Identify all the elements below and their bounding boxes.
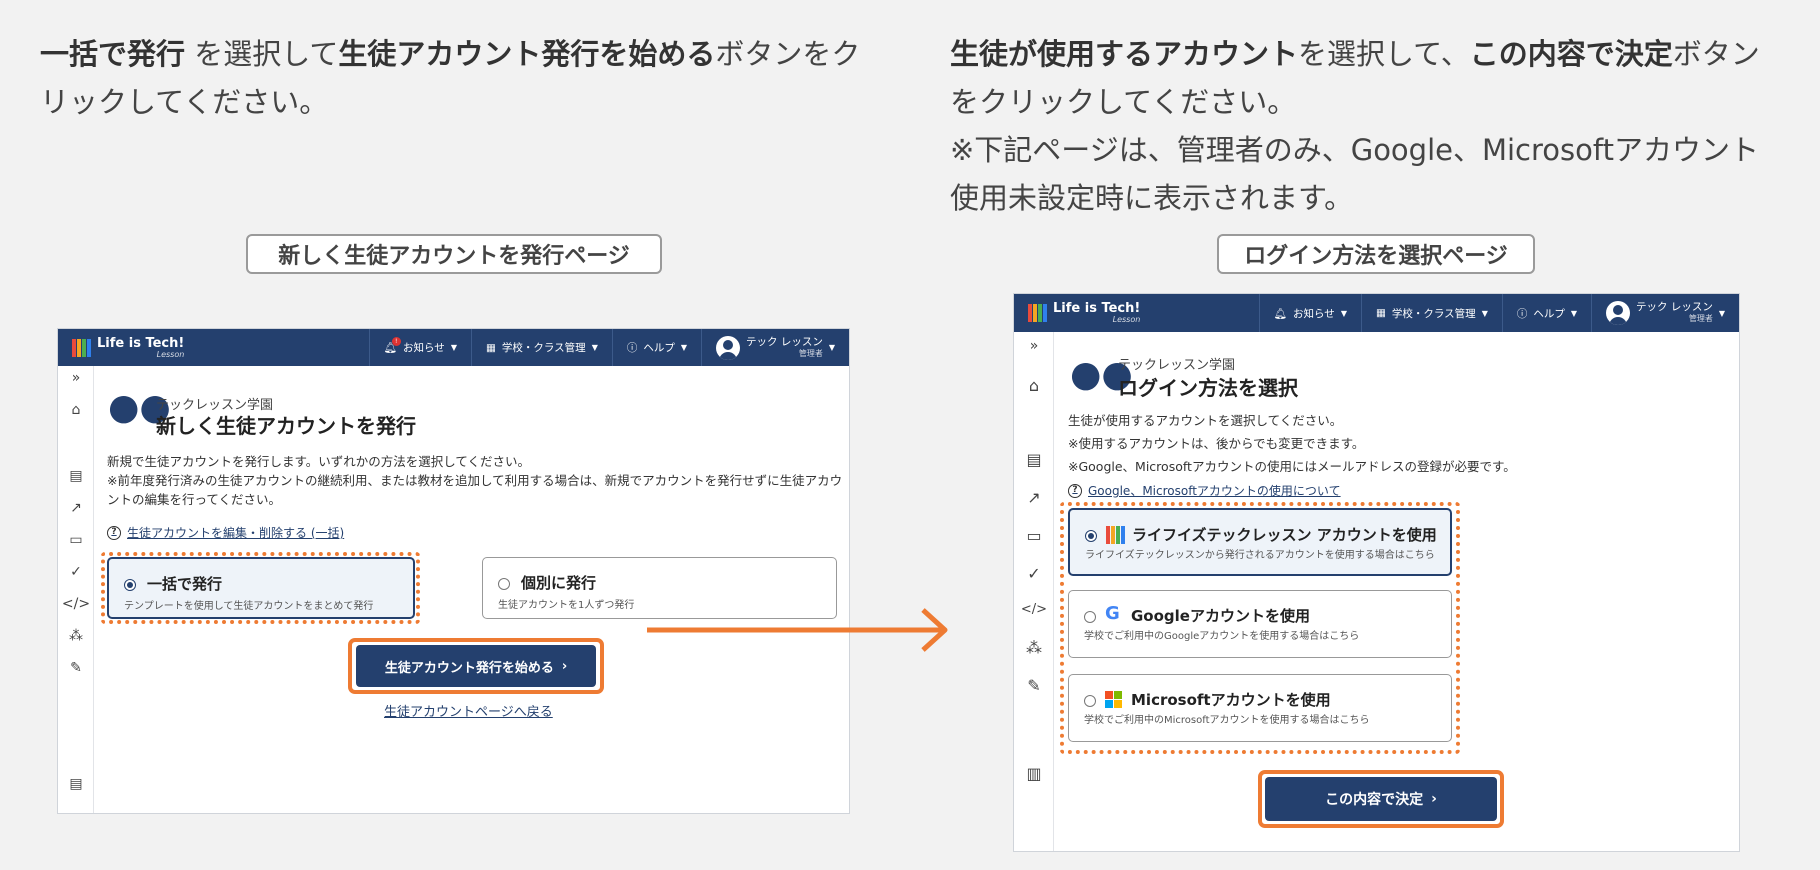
- group-icon[interactable]: ⁂: [1014, 638, 1054, 657]
- pencil-icon[interactable]: ✎: [58, 660, 94, 676]
- check-circle-icon[interactable]: ✓: [1014, 564, 1054, 583]
- school-name: テックレッスン学園: [1118, 358, 1236, 373]
- page-title: 新しく生徒アカウントを発行: [156, 414, 416, 438]
- left-instruction: 一括で発行 を選択して生徒アカウント発行を始めるボタンをクリックしてください。: [40, 37, 861, 119]
- radio-bulk[interactable]: [124, 579, 136, 591]
- code-icon[interactable]: </>: [1014, 602, 1054, 617]
- code-icon[interactable]: </>: [58, 596, 94, 612]
- pencil-icon[interactable]: ✎: [1014, 676, 1054, 695]
- google-icon: G: [1105, 603, 1120, 624]
- check-circle-icon[interactable]: ✓: [58, 564, 94, 580]
- microsoft-icon: [1105, 691, 1122, 708]
- app-logo[interactable]: Life is Tech! Lesson: [1014, 294, 1140, 332]
- back-to-student-accounts-link[interactable]: 生徒アカウントページへ戻る: [384, 701, 553, 720]
- option-google-account[interactable]: G Googleアカウントを使用 学校でご利用中のGoogleアカウントを使用す…: [1068, 590, 1452, 658]
- radio-lifeistech[interactable]: [1085, 530, 1097, 542]
- chevron-down-icon: ▼: [680, 343, 687, 352]
- chevron-down-icon: ▼: [450, 343, 457, 352]
- presentation-icon[interactable]: ▭: [58, 532, 94, 548]
- trend-icon[interactable]: ↗: [1014, 488, 1054, 507]
- chevron-down-icon: ▼: [1481, 308, 1488, 318]
- question-circle-icon: ?: [1068, 483, 1082, 498]
- help-menu[interactable]: ⓘ ヘルプ ▼: [1501, 294, 1591, 332]
- notifications-menu[interactable]: 🔔︎ お知らせ ▼: [1258, 294, 1361, 332]
- home-icon[interactable]: ⌂: [1014, 376, 1054, 395]
- group-icon[interactable]: ⁂: [58, 628, 94, 644]
- top-nav-bar: Life is Tech! Lesson 🔔︎ お知らせ ▼ ▦ 学校・クラス管理 ▼ ⓘ…: [1014, 294, 1739, 332]
- document-icon[interactable]: ▤: [58, 776, 94, 792]
- left-page-label: 新しく生徒アカウントを発行ページ: [246, 234, 662, 274]
- chevron-right-icon: ›: [1431, 791, 1437, 807]
- option-microsoft-account[interactable]: Microsoftアカウントを使用 学校でご利用中のMicrosoftアカウント…: [1068, 674, 1452, 742]
- option-bulk-issue[interactable]: 一括で発行 テンプレートを使用して生徒アカウントをまとめて発行: [107, 557, 415, 619]
- lifeistech-icon: [1106, 526, 1125, 544]
- page-description: 生徒が使用するアカウントを選択してください。 ※使用するアカウントは、後からでも変…: [1068, 413, 1516, 474]
- right-page-label: ログイン方法を選択ページ: [1217, 234, 1535, 274]
- logo-mark-icon: [1028, 304, 1047, 322]
- left-screen: Life is Tech! Lesson 🔔︎! お知らせ ▼ ▦ 学校・クラス管理 ▼ …: [57, 328, 850, 814]
- chart-icon[interactable]: ▥: [1014, 764, 1054, 783]
- avatar: [1606, 301, 1630, 325]
- notification-badge: !: [391, 337, 401, 346]
- right-instruction: 生徒が使用するアカウントを選択して、この内容で決定ボタンをクリックしてください。…: [950, 37, 1760, 215]
- chevron-down-icon: ▼: [828, 343, 835, 352]
- start-issue-button[interactable]: 生徒アカウント発行を始める ›: [356, 645, 596, 687]
- presentation-icon[interactable]: ▭: [1014, 526, 1054, 545]
- question-circle-icon: ?: [107, 525, 121, 540]
- chevron-down-icon: ▼: [591, 343, 598, 352]
- question-circle-icon: ⓘ: [1516, 307, 1528, 320]
- avatar: [716, 335, 740, 360]
- school-class-menu[interactable]: ▦ 学校・クラス管理 ▼: [470, 329, 612, 366]
- expand-sidebar-icon[interactable]: »: [58, 370, 94, 386]
- chevron-down-icon: ▼: [1718, 308, 1725, 318]
- user-menu[interactable]: テック レッスン 管理者 ▼: [1591, 294, 1739, 332]
- radio-google[interactable]: [1084, 611, 1096, 623]
- expand-sidebar-icon[interactable]: »: [1014, 338, 1054, 354]
- home-icon[interactable]: ⌂: [58, 402, 94, 418]
- sidebar: » ⌂ ▤ ↗ ▭ ✓ </> ⁂ ✎ ▤: [58, 366, 94, 813]
- calendar-icon[interactable]: ▤: [58, 468, 94, 484]
- right-content: ●● テックレッスン学園 ログイン方法を選択 生徒が使用するアカウントを選択して…: [1054, 332, 1739, 851]
- bell-icon: 🔔︎: [1273, 307, 1288, 320]
- edit-delete-help-link[interactable]: ? 生徒アカウントを編集・削除する (一括): [107, 524, 344, 541]
- google-microsoft-help-link[interactable]: ? Google、Microsoftアカウントの使用について: [1068, 482, 1341, 499]
- page-description: 新規で生徒アカウントを発行します。いずれかの方法を選択してください。 ※前年度発行…: [107, 454, 843, 507]
- chevron-down-icon: ▼: [1340, 308, 1347, 318]
- help-menu[interactable]: ⓘ ヘルプ ▼: [611, 329, 701, 366]
- school-class-menu[interactable]: ▦ 学校・クラス管理 ▼: [1360, 294, 1502, 332]
- chevron-down-icon: ▼: [1570, 308, 1577, 318]
- trend-icon[interactable]: ↗: [58, 500, 94, 516]
- building-icon: ▦: [485, 341, 496, 354]
- logo-mark-icon: [72, 338, 91, 357]
- option-lifeistech-account[interactable]: ライフイズテックレッスン アカウントを使用 ライフイズテックレッスンから発行され…: [1068, 508, 1452, 576]
- user-menu[interactable]: テック レッスン 管理者 ▼: [701, 329, 849, 366]
- notifications-menu[interactable]: 🔔︎! お知らせ ▼: [368, 329, 471, 366]
- right-instruction-note: ※下記ページは、管理者のみ、Google、Microsoftアカウント使用未設定…: [950, 133, 1759, 215]
- decide-button[interactable]: この内容で決定 ›: [1265, 777, 1497, 821]
- flow-arrow-icon: [647, 608, 948, 652]
- calendar-icon[interactable]: ▤: [1014, 450, 1054, 469]
- chevron-right-icon: ›: [561, 658, 568, 674]
- top-nav-bar: Life is Tech! Lesson 🔔︎! お知らせ ▼ ▦ 学校・クラス管理 ▼ …: [58, 329, 849, 366]
- right-screen: Life is Tech! Lesson 🔔︎ お知らせ ▼ ▦ 学校・クラス管理 ▼ ⓘ…: [1013, 293, 1740, 852]
- app-logo[interactable]: Life is Tech! Lesson: [58, 329, 184, 366]
- building-icon: ▦: [1375, 307, 1386, 319]
- left-content: ●● テックレッスン学園 新しく生徒アカウントを発行 新規で生徒アカウントを発行…: [94, 366, 849, 813]
- page-title: ログイン方法を選択: [1118, 376, 1298, 400]
- radio-microsoft[interactable]: [1084, 695, 1096, 707]
- question-circle-icon: ⓘ: [626, 342, 638, 354]
- sidebar: » ⌂ ▤ ↗ ▭ ✓ </> ⁂ ✎ ▥: [1014, 332, 1054, 851]
- radio-individual[interactable]: [498, 578, 510, 590]
